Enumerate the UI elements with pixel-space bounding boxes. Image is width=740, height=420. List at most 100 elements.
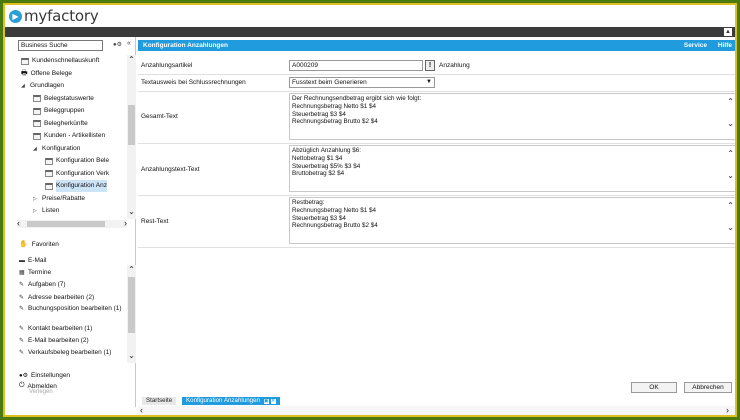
- collapsed-icon[interactable]: ▷: [33, 193, 40, 205]
- favorite-label: Buchungsposition bearbeiten (1): [28, 304, 122, 312]
- favorite-item[interactable]: ✎ Verkaufsbeleg bearbeiten (1): [19, 349, 125, 357]
- scroll-up-icon[interactable]: ⌃: [727, 202, 734, 210]
- search-options-icon[interactable]: ●⚙: [113, 41, 122, 48]
- main-panel: Konfiguration Anzahlungen Service Hilfe …: [138, 40, 735, 397]
- rest-textarea[interactable]: Restbetrag: Rechnungsbetrag Netto $1 $4 …: [289, 197, 735, 244]
- close-icon[interactable]: ✕: [270, 399, 276, 404]
- scroll-up-icon[interactable]: ⌃: [127, 55, 136, 64]
- scroll-thumb[interactable]: [128, 277, 135, 333]
- tree-item[interactable]: 🖶 Offene Belege: [21, 68, 72, 80]
- tree-item[interactable]: Konfiguration Bele: [45, 155, 109, 167]
- textmode-select[interactable]: Fusstext beim Generieren ▼: [289, 77, 435, 88]
- text-line: Rechnungsbetrag Brutto $2 $4: [292, 118, 378, 126]
- scroll-down-icon[interactable]: ⌄: [727, 120, 734, 128]
- horizontal-scrollbar[interactable]: ‹ ›: [138, 406, 735, 415]
- scroll-down-icon[interactable]: ⌄: [727, 224, 734, 232]
- scroll-down-icon[interactable]: ⌄: [127, 207, 136, 216]
- total-textarea[interactable]: Der Rechnungsendbetrag ergibt sich wie f…: [289, 93, 735, 140]
- tree-item[interactable]: Kundenschnellauskunft: [21, 55, 99, 67]
- tab-label: Konfiguration Anzahlungen: [186, 397, 260, 404]
- settings-label: Einstellungen: [31, 372, 71, 379]
- divider: [138, 195, 735, 196]
- collapse-up-icon[interactable]: ▲: [724, 28, 732, 36]
- settings-link[interactable]: ●⚙ Einstellungen: [19, 372, 70, 379]
- mail-icon: ▬: [19, 258, 25, 264]
- tree-item-label: Konfiguration: [42, 144, 81, 152]
- favorite-item[interactable]: ✎ Adresse bearbeiten (2): [19, 294, 125, 302]
- scroll-thumb[interactable]: [128, 105, 135, 145]
- tree-item[interactable]: Beleggruppen: [33, 105, 84, 117]
- tree-horizontal-scrollbar[interactable]: ‹ ›: [17, 219, 127, 228]
- favorite-item[interactable]: ✎ Kontakt bearbeiten (1): [19, 325, 125, 333]
- favorite-item[interactable]: ▦ Termine: [19, 269, 125, 277]
- collapse-icon[interactable]: «: [127, 40, 131, 47]
- divider: [138, 91, 735, 92]
- scroll-up-icon[interactable]: ⌃: [127, 265, 136, 274]
- bottom-links: ●⚙ Einstellungen ⏻ Abmelden Verlegen: [19, 372, 70, 395]
- main-header: Konfiguration Anzahlungen Service Hilfe: [138, 40, 735, 51]
- deposit-textarea[interactable]: Abzüglich Anzahlung $6: Nettobetrag $1 $…: [289, 145, 735, 192]
- tree-item[interactable]: Konfiguration Anz: [45, 180, 107, 192]
- tab-bar: Startseite Konfiguration Anzahlungen ▣ ✕: [138, 397, 735, 405]
- tree-scrollbar[interactable]: ⌃ ⌄: [127, 55, 136, 219]
- tree-item[interactable]: ◢ Grundlagen: [21, 80, 64, 92]
- favorite-item[interactable]: ✎ Buchungsposition bearbeiten (1): [19, 305, 125, 313]
- tree-item-label: Belegstatuswerte: [44, 94, 94, 102]
- service-link[interactable]: Service: [684, 40, 707, 51]
- favorites-scrollbar[interactable]: ⌃ ⌄: [127, 265, 136, 363]
- tree-item[interactable]: ◢ Konfiguration: [33, 143, 80, 155]
- form-icon: [33, 132, 41, 140]
- business-search-input[interactable]: Business Suche: [18, 40, 103, 51]
- tree-item[interactable]: ▷ Listen: [33, 205, 59, 217]
- favorites-header[interactable]: ✋ Favoriten: [19, 240, 59, 249]
- page-title: Konfiguration Anzahlungen: [143, 42, 228, 49]
- tree-item[interactable]: Kunden - Artikellisten: [33, 130, 105, 142]
- play-icon: ▶: [9, 9, 22, 23]
- tab-startseite[interactable]: Startseite: [142, 397, 177, 405]
- expanded-icon[interactable]: ◢: [21, 80, 28, 92]
- tree-item[interactable]: Belegherkünfte: [33, 118, 88, 130]
- text-line: Restbetrag:: [292, 199, 325, 206]
- tree-item[interactable]: Belegstatuswerte: [33, 93, 94, 105]
- form-icon: [33, 107, 41, 115]
- tab-label: Startseite: [146, 397, 173, 404]
- task-icon: ✎: [19, 350, 25, 356]
- tree-item[interactable]: ▷ Preise/Rabatte: [33, 193, 85, 205]
- favorite-item[interactable]: ✎ Aufgaben (7): [19, 281, 125, 289]
- favorite-item[interactable]: ✎ E-Mail bearbeiten (2): [19, 337, 125, 345]
- tree-item-label: Konfiguration Verk: [56, 169, 110, 177]
- tab-konfiguration-anzahlungen[interactable]: Konfiguration Anzahlungen ▣ ✕: [182, 397, 280, 405]
- favorite-label: Kontakt bearbeiten (1): [28, 324, 93, 332]
- scroll-up-icon[interactable]: ⌃: [727, 98, 734, 106]
- expanded-icon[interactable]: ◢: [33, 143, 40, 155]
- scroll-thumb[interactable]: [27, 221, 105, 227]
- app-window: ▶ myfactory ▲ Business Suche ●⚙ « Kunden…: [3, 3, 737, 417]
- ok-button[interactable]: OK: [631, 382, 677, 393]
- article-input[interactable]: A000209: [289, 60, 423, 71]
- scroll-up-icon[interactable]: ⌃: [727, 150, 734, 158]
- scroll-left-icon[interactable]: ‹: [140, 406, 143, 415]
- scroll-down-icon[interactable]: ⌄: [727, 172, 734, 180]
- article-lookup-button[interactable]: !: [425, 60, 435, 71]
- scroll-left-icon[interactable]: ‹: [17, 219, 20, 228]
- hand-icon: ✋: [19, 241, 28, 248]
- scroll-right-icon[interactable]: ›: [726, 406, 729, 415]
- text-line: Rechnungsbetrag Netto $1 $4: [292, 102, 377, 110]
- form-icon: [45, 182, 53, 190]
- cancel-button[interactable]: Abbrechen: [684, 382, 732, 393]
- pin-icon[interactable]: ▣: [263, 399, 269, 404]
- tree-item[interactable]: Konfiguration Verk: [45, 168, 109, 180]
- favorite-item[interactable]: ▬ E-Mail: [19, 257, 125, 265]
- scroll-right-icon[interactable]: ›: [124, 219, 127, 228]
- form-icon: [45, 157, 53, 165]
- text-line: Steuerbetrag $3 $4: [292, 214, 346, 222]
- help-link[interactable]: Hilfe: [718, 40, 732, 51]
- collapsed-icon[interactable]: ▷: [33, 205, 40, 217]
- favorite-label: Termine: [28, 269, 52, 277]
- logo: ▶ myfactory: [9, 7, 99, 25]
- scroll-down-icon[interactable]: ⌄: [127, 351, 136, 360]
- form-icon: [33, 95, 41, 102]
- rest-text-label: Rest-Text: [141, 218, 169, 225]
- favorite-label: Verkaufsbeleg bearbeiten (1): [28, 349, 112, 356]
- tree-item-label: Offene Belege: [30, 69, 73, 77]
